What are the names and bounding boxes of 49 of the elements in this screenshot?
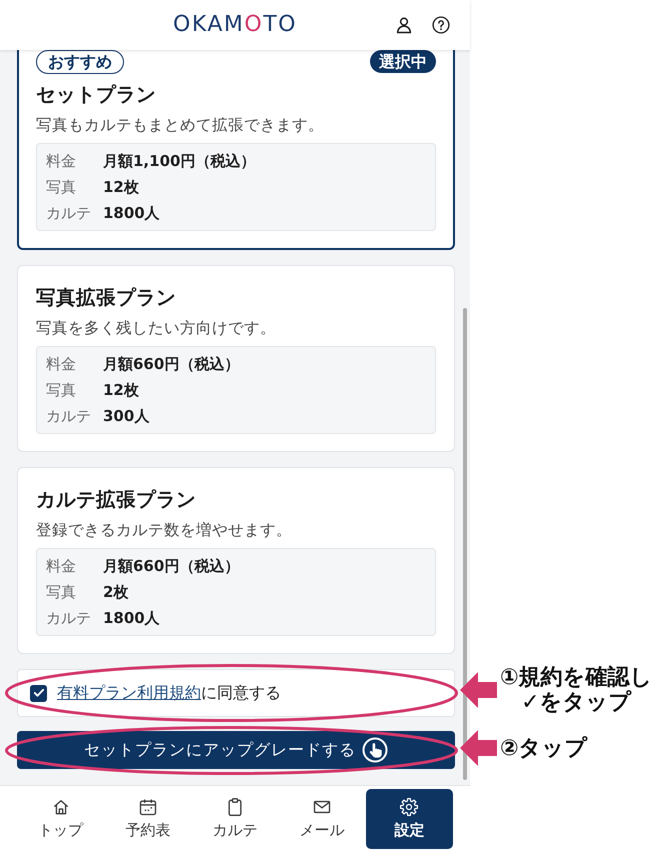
- detail-value: 2枚: [103, 582, 128, 603]
- detail-label: 写真: [46, 380, 77, 401]
- check-icon: [34, 689, 44, 697]
- settings-icon: [399, 797, 420, 817]
- tap-hand-icon: [362, 737, 388, 763]
- user-icon[interactable]: [395, 16, 413, 34]
- scrollbar-thumb[interactable]: [463, 308, 467, 780]
- help-icon[interactable]: [432, 16, 450, 34]
- nav-item[interactable]: 設定: [366, 789, 454, 849]
- detail-label: 料金: [46, 151, 77, 172]
- detail-value: 1800人: [103, 608, 160, 629]
- agreement-label: 有料プラン利用規約に同意する: [57, 682, 281, 704]
- detail-value: 12枚: [103, 380, 139, 401]
- upgrade-button[interactable]: セットプランにアップグレードする: [17, 731, 455, 769]
- detail-value: 1800人: [103, 203, 160, 224]
- plan-title: カルテ拡張プラン: [36, 487, 197, 513]
- detail-label: 料金: [46, 556, 77, 577]
- detail-label: 料金: [46, 354, 77, 375]
- detail-label: 写真: [46, 177, 77, 198]
- plan-title: 写真拡張プラン: [36, 285, 177, 311]
- plan-card[interactable]: カルテ拡張プラン 登録できるカルテ数を増やせます。 料金 月額660円（税込） 写真 2枚 カルテ 1800人: [17, 467, 455, 654]
- recommended-badge: おすすめ: [36, 50, 124, 74]
- detail-label: 写真: [46, 582, 77, 603]
- calendar-icon: [138, 797, 158, 817]
- nav-item[interactable]: メール: [278, 789, 366, 849]
- plan-card[interactable]: おすすめ 選択中 セットプラン 写真もカルテもまとめて拡張できます。 料金 月額1,100円（税込） 写真 12枚 カルテ 1800人: [17, 50, 455, 250]
- plan-description: 登録できるカルテ数を増やせます。: [36, 520, 293, 541]
- nav-item[interactable]: トップ: [17, 789, 104, 849]
- detail-value: 月額660円（税込）: [103, 354, 240, 375]
- plan-description: 写真もカルテもまとめて拡張できます。: [36, 115, 325, 136]
- plan-title: セットプラン: [36, 82, 157, 108]
- nav-item[interactable]: カルテ: [191, 789, 279, 849]
- pointer-arrow: [460, 730, 497, 766]
- detail-value: 300人: [103, 406, 150, 427]
- detail-label: カルテ: [46, 406, 92, 427]
- agree-checkbox[interactable]: [30, 684, 47, 702]
- terms-link[interactable]: 有料プラン利用規約: [57, 683, 201, 702]
- selected-badge: 選択中: [370, 50, 436, 73]
- detail-value: 月額1,100円（税込）: [103, 151, 256, 172]
- plan-card[interactable]: 写真拡張プラン 写真を多く残したい方向けです。 料金 月額660円（税込） 写真 12枚 カルテ 300人: [17, 265, 455, 452]
- annotation-text: ①規約を確認し ✓をタップ: [500, 665, 653, 715]
- annotation-text: ②タップ: [500, 736, 588, 760]
- detail-label: カルテ: [46, 608, 92, 629]
- detail-value: 12枚: [103, 177, 139, 198]
- detail-label: カルテ: [46, 203, 92, 224]
- pointer-arrow: [460, 672, 497, 708]
- plan-description: 写真を多く残したい方向けです。: [36, 318, 277, 339]
- detail-value: 月額660円（税込）: [103, 556, 240, 577]
- nav-item[interactable]: 予約表: [104, 789, 192, 849]
